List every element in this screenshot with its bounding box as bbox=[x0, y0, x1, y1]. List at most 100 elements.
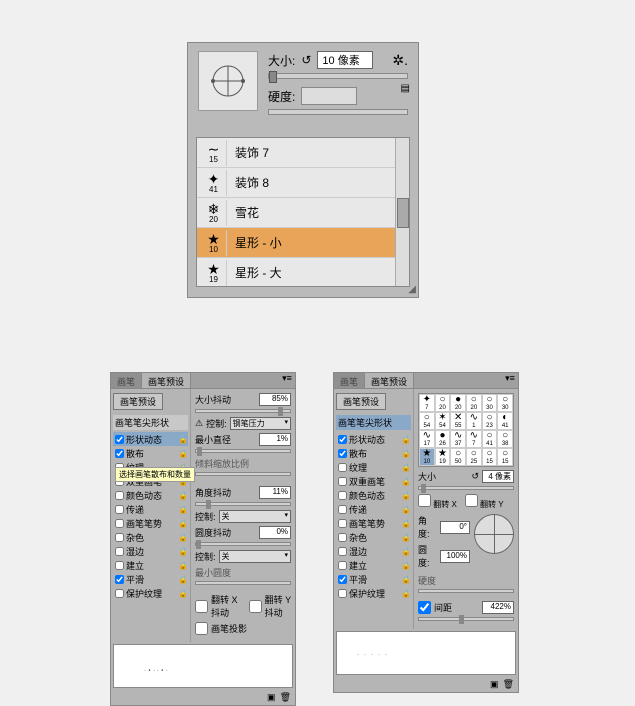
roundness-input[interactable]: 100% bbox=[440, 550, 470, 563]
spacing-slider[interactable] bbox=[418, 617, 514, 621]
brush-tip-cell[interactable]: ◐41 bbox=[497, 412, 513, 430]
size-input[interactable] bbox=[317, 51, 373, 69]
brush-tip-cell[interactable]: ✕55 bbox=[450, 412, 466, 430]
brush-tip-cell[interactable]: ∿1 bbox=[466, 412, 482, 430]
tab-brush-presets[interactable]: 画笔预设 bbox=[365, 373, 414, 388]
brush-projection-checkbox[interactable] bbox=[195, 622, 208, 635]
brush-presets-button[interactable]: 画笔预设 bbox=[113, 393, 163, 410]
list-view-icon[interactable]: ▤ bbox=[401, 83, 410, 94]
option-checkbox[interactable] bbox=[338, 575, 347, 584]
lock-icon[interactable]: 🔒 bbox=[401, 435, 411, 444]
lock-icon[interactable]: 🔒 bbox=[401, 519, 411, 528]
option-row[interactable]: 建立🔒 bbox=[336, 558, 411, 572]
panel-menu-icon[interactable]: ▾≡ bbox=[279, 373, 295, 388]
flip-x-checkbox[interactable] bbox=[418, 494, 431, 507]
angle-jitter-input[interactable]: 11% bbox=[259, 486, 291, 499]
spacing-input[interactable]: 422% bbox=[482, 601, 514, 614]
size-slider[interactable] bbox=[268, 73, 408, 79]
brush-presets-button[interactable]: 画笔预设 bbox=[336, 393, 386, 410]
delete-icon[interactable]: 🗑 bbox=[503, 679, 514, 690]
brush-tip-cell[interactable]: ○20 bbox=[466, 394, 482, 412]
reset-size-icon[interactable]: ↺ bbox=[471, 471, 479, 482]
min-diameter-slider[interactable] bbox=[195, 449, 291, 453]
option-checkbox[interactable] bbox=[115, 561, 124, 570]
size-input[interactable]: 4 像素 bbox=[482, 470, 514, 483]
option-row[interactable]: 形状动态🔒 bbox=[113, 432, 188, 446]
option-row[interactable]: 平滑🔒 bbox=[113, 572, 188, 586]
lock-icon[interactable]: 🔒 bbox=[178, 533, 188, 542]
option-checkbox[interactable] bbox=[338, 533, 347, 542]
lock-icon[interactable]: 🔒 bbox=[401, 463, 411, 472]
lock-icon[interactable]: 🔒 bbox=[401, 561, 411, 570]
option-row[interactable]: 双重画笔🔒 bbox=[336, 474, 411, 488]
angle-jitter-slider[interactable] bbox=[195, 502, 291, 506]
lock-icon[interactable]: 🔒 bbox=[178, 435, 188, 444]
option-checkbox[interactable] bbox=[115, 589, 124, 598]
lock-icon[interactable]: 🔒 bbox=[401, 533, 411, 542]
tab-brush[interactable]: 画笔 bbox=[111, 373, 142, 388]
brush-tip-cell[interactable]: ∿37 bbox=[450, 430, 466, 448]
brush-tip-cell[interactable]: ○20 bbox=[435, 394, 451, 412]
brush-tip-cell[interactable]: ○30 bbox=[482, 394, 498, 412]
option-row[interactable]: 画笔笔势🔒 bbox=[336, 516, 411, 530]
option-row[interactable]: 湿边🔒 bbox=[336, 544, 411, 558]
brush-list[interactable]: ∼15装饰 7✦41装饰 8❄20雪花★10星形 - 小★19星形 - 大 bbox=[196, 137, 410, 287]
option-checkbox[interactable] bbox=[338, 449, 347, 458]
brush-tip-cell[interactable]: ○30 bbox=[497, 394, 513, 412]
option-checkbox[interactable] bbox=[115, 505, 124, 514]
option-checkbox[interactable] bbox=[115, 575, 124, 584]
brush-tip-cell[interactable]: ★19 bbox=[435, 448, 451, 466]
new-preset-icon[interactable]: ▣ bbox=[490, 679, 499, 690]
option-row[interactable]: 散布🔒 bbox=[113, 446, 188, 460]
option-row[interactable]: 颜色动态🔒 bbox=[113, 488, 188, 502]
brush-tip-cell[interactable]: ○23 bbox=[482, 412, 498, 430]
lock-icon[interactable]: 🔒 bbox=[178, 449, 188, 458]
lock-icon[interactable]: 🔒 bbox=[401, 505, 411, 514]
brush-tip-cell[interactable]: ∿17 bbox=[419, 430, 435, 448]
panel-menu-icon[interactable]: ▾≡ bbox=[502, 373, 518, 388]
option-checkbox[interactable] bbox=[338, 491, 347, 500]
option-row[interactable]: 建立🔒 bbox=[113, 558, 188, 572]
option-checkbox[interactable] bbox=[338, 547, 347, 556]
control-dropdown[interactable]: 钢笔压力 bbox=[230, 417, 291, 430]
brush-list-item[interactable]: ✦41装饰 8 bbox=[197, 168, 409, 198]
option-row[interactable]: 传递🔒 bbox=[336, 502, 411, 516]
brush-tip-cell[interactable]: ○15 bbox=[482, 448, 498, 466]
brush-tip-shape-row[interactable]: 画笔笔尖形状 bbox=[336, 415, 411, 430]
brush-tip-grid[interactable]: ✦7○20●20○20○30○30○54✶54✕55∿1○23◐41∿17●26… bbox=[418, 393, 514, 467]
brush-tip-shape-row[interactable]: 画笔笔尖形状 bbox=[113, 415, 188, 430]
reset-size-icon[interactable]: ↺ bbox=[301, 53, 311, 67]
option-checkbox[interactable] bbox=[338, 463, 347, 472]
brush-list-item[interactable]: ★19星形 - 大 bbox=[197, 258, 409, 287]
spacing-checkbox[interactable] bbox=[418, 601, 431, 614]
flip-y-checkbox[interactable] bbox=[465, 494, 478, 507]
size-slider[interactable] bbox=[418, 486, 514, 490]
option-checkbox[interactable] bbox=[115, 449, 124, 458]
brush-tip-cell[interactable]: ○41 bbox=[482, 430, 498, 448]
lock-icon[interactable]: 🔒 bbox=[178, 519, 188, 528]
flip-x-checkbox[interactable] bbox=[195, 600, 208, 613]
lock-icon[interactable]: 🔒 bbox=[401, 491, 411, 500]
option-row[interactable]: 传递🔒 bbox=[113, 502, 188, 516]
lock-icon[interactable]: 🔒 bbox=[401, 575, 411, 584]
brush-tip-cell[interactable]: ✦7 bbox=[419, 394, 435, 412]
option-checkbox[interactable] bbox=[338, 477, 347, 486]
lock-icon[interactable]: 🔒 bbox=[178, 505, 188, 514]
brush-list-item[interactable]: ❄20雪花 bbox=[197, 198, 409, 228]
brush-tip-cell[interactable]: ○50 bbox=[450, 448, 466, 466]
lock-icon[interactable]: 🔒 bbox=[178, 547, 188, 556]
option-checkbox[interactable] bbox=[338, 435, 347, 444]
option-row[interactable]: 平滑🔒 bbox=[336, 572, 411, 586]
option-row[interactable]: 散布🔒 bbox=[336, 446, 411, 460]
lock-icon[interactable]: 🔒 bbox=[178, 575, 188, 584]
roundness-jitter-input[interactable]: 0% bbox=[259, 526, 291, 539]
option-row[interactable]: 杂色🔒 bbox=[336, 530, 411, 544]
angle-control-dropdown[interactable]: 关 bbox=[219, 510, 291, 523]
option-checkbox[interactable] bbox=[115, 491, 124, 500]
brush-list-item[interactable]: ★10星形 - 小 bbox=[197, 228, 409, 258]
angle-wheel[interactable] bbox=[474, 514, 514, 554]
delete-icon[interactable]: 🗑 bbox=[280, 692, 291, 703]
round-control-dropdown[interactable]: 关 bbox=[219, 550, 291, 563]
brush-tip-cell[interactable]: ○38 bbox=[497, 430, 513, 448]
brush-tip-cell[interactable]: ★10 bbox=[419, 448, 435, 466]
